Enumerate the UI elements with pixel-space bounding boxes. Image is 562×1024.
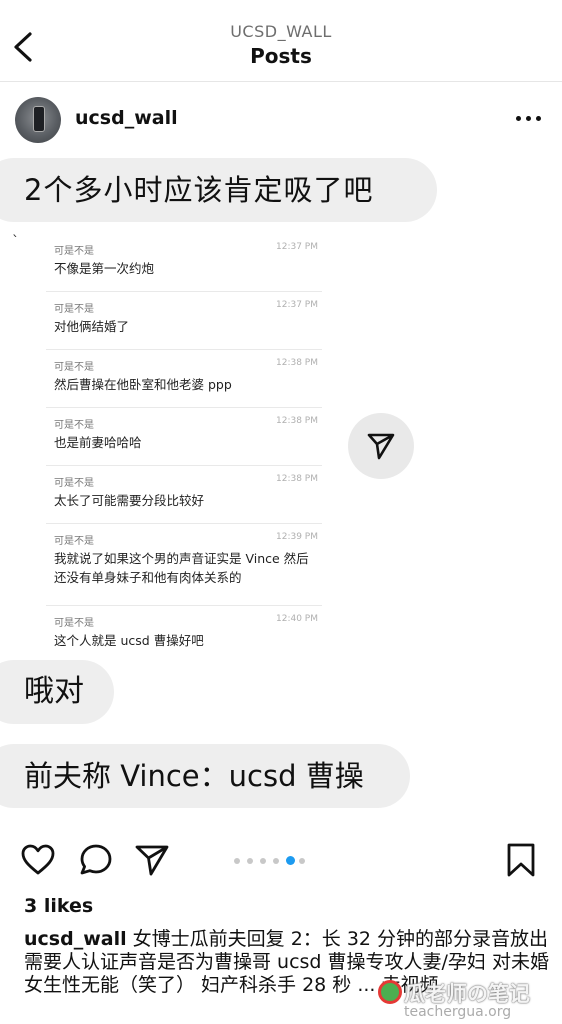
chat-text: 也是前妻哈哈哈: [54, 435, 142, 450]
carousel-dot: [286, 856, 295, 865]
post-author-row: ucsd_wall: [0, 82, 562, 158]
chat-sender: 可是不是: [54, 246, 94, 257]
watermark-url: teachergua.org: [404, 1004, 512, 1020]
chat-time: 12:37 PM: [276, 242, 318, 252]
author-name[interactable]: ucsd_wall: [75, 107, 178, 129]
chat-text: 我就说了如果这个男的声音证实是 Vince 然后还没有单身妹子和他有肉体关系的: [54, 551, 309, 585]
carousel-dot: [273, 858, 279, 864]
message-bubble: 2个多小时应该肯定吸了吧: [0, 158, 437, 222]
account-handle: UCSD_WALL: [230, 22, 332, 41]
chat-text: 不像是第一次约炮: [54, 261, 155, 276]
post-actions: [0, 826, 562, 888]
message-bubble: 前夫称 Vince：ucsd 曹操: [0, 744, 410, 808]
page-title: Posts: [250, 44, 312, 68]
chat-message: 可是不是 12:38 PM 也是前妻哈哈哈: [46, 408, 322, 466]
chat-time: 12:38 PM: [276, 358, 318, 368]
chat-screenshot: 可是不是 12:37 PM 不像是第一次约炮 可是不是 12:37 PM 对他俩…: [46, 234, 322, 664]
carousel-dot: [260, 858, 266, 864]
chat-sender: 可是不是: [54, 420, 94, 431]
post-image[interactable]: 2个多小时应该肯定吸了吧 ` 可是不是 12:37 PM 不像是第一次约炮 可是…: [0, 158, 562, 826]
chat-sender: 可是不是: [54, 478, 94, 489]
watermark: 瓜老师の笔记 teachergua.org: [376, 978, 556, 1024]
chat-message: 可是不是 12:39 PM 我就说了如果这个男的声音证实是 Vince 然后还没…: [46, 524, 322, 606]
send-button[interactable]: [348, 413, 414, 479]
chat-sender: 可是不是: [54, 304, 94, 315]
chat-message: 可是不是 12:38 PM 然后曹操在他卧室和他老婆 ppp: [46, 350, 322, 408]
chat-time: 12:37 PM: [276, 300, 318, 310]
more-icon[interactable]: [516, 116, 542, 124]
watermelon-logo-icon: [378, 980, 402, 1004]
chat-message: 可是不是 12:38 PM 太长了可能需要分段比较好: [46, 466, 322, 524]
comment-icon[interactable]: [78, 842, 114, 878]
chat-sender: 可是不是: [54, 618, 94, 629]
carousel-dot: [247, 858, 253, 864]
carousel-indicator: [234, 856, 334, 866]
chat-text: 太长了可能需要分段比较好: [54, 493, 205, 508]
carousel-dot: [234, 858, 240, 864]
likes-count[interactable]: 3 likes: [24, 895, 93, 917]
chat-text: 对他俩结婚了: [54, 319, 130, 334]
chat-text: 然后曹操在他卧室和他老婆 ppp: [54, 377, 232, 392]
carousel-dot: [299, 858, 305, 864]
chat-message: 可是不是 12:37 PM 不像是第一次约炮: [46, 234, 322, 292]
chat-time: 12:38 PM: [276, 474, 318, 484]
chat-time: 12:38 PM: [276, 416, 318, 426]
send-icon: [367, 433, 395, 460]
message-bubble: 哦对: [0, 660, 114, 724]
chat-message: 可是不是 12:40 PM 这个人就是 ucsd 曹操好吧: [46, 606, 322, 664]
chat-text: 这个人就是 ucsd 曹操好吧: [54, 633, 204, 648]
chat-message: 可是不是 12:37 PM 对他俩结婚了: [46, 292, 322, 350]
share-icon[interactable]: [134, 842, 170, 878]
chat-time: 12:39 PM: [276, 532, 318, 542]
chat-sender: 可是不是: [54, 536, 94, 547]
bookmark-icon[interactable]: [503, 842, 539, 878]
stray-mark: `: [12, 234, 19, 250]
chat-time: 12:40 PM: [276, 614, 318, 624]
avatar[interactable]: [15, 97, 61, 143]
chat-sender: 可是不是: [54, 362, 94, 373]
top-bar: UCSD_WALL Posts: [0, 0, 562, 82]
heart-icon[interactable]: [20, 842, 56, 878]
caption-author[interactable]: ucsd_wall: [24, 928, 127, 950]
